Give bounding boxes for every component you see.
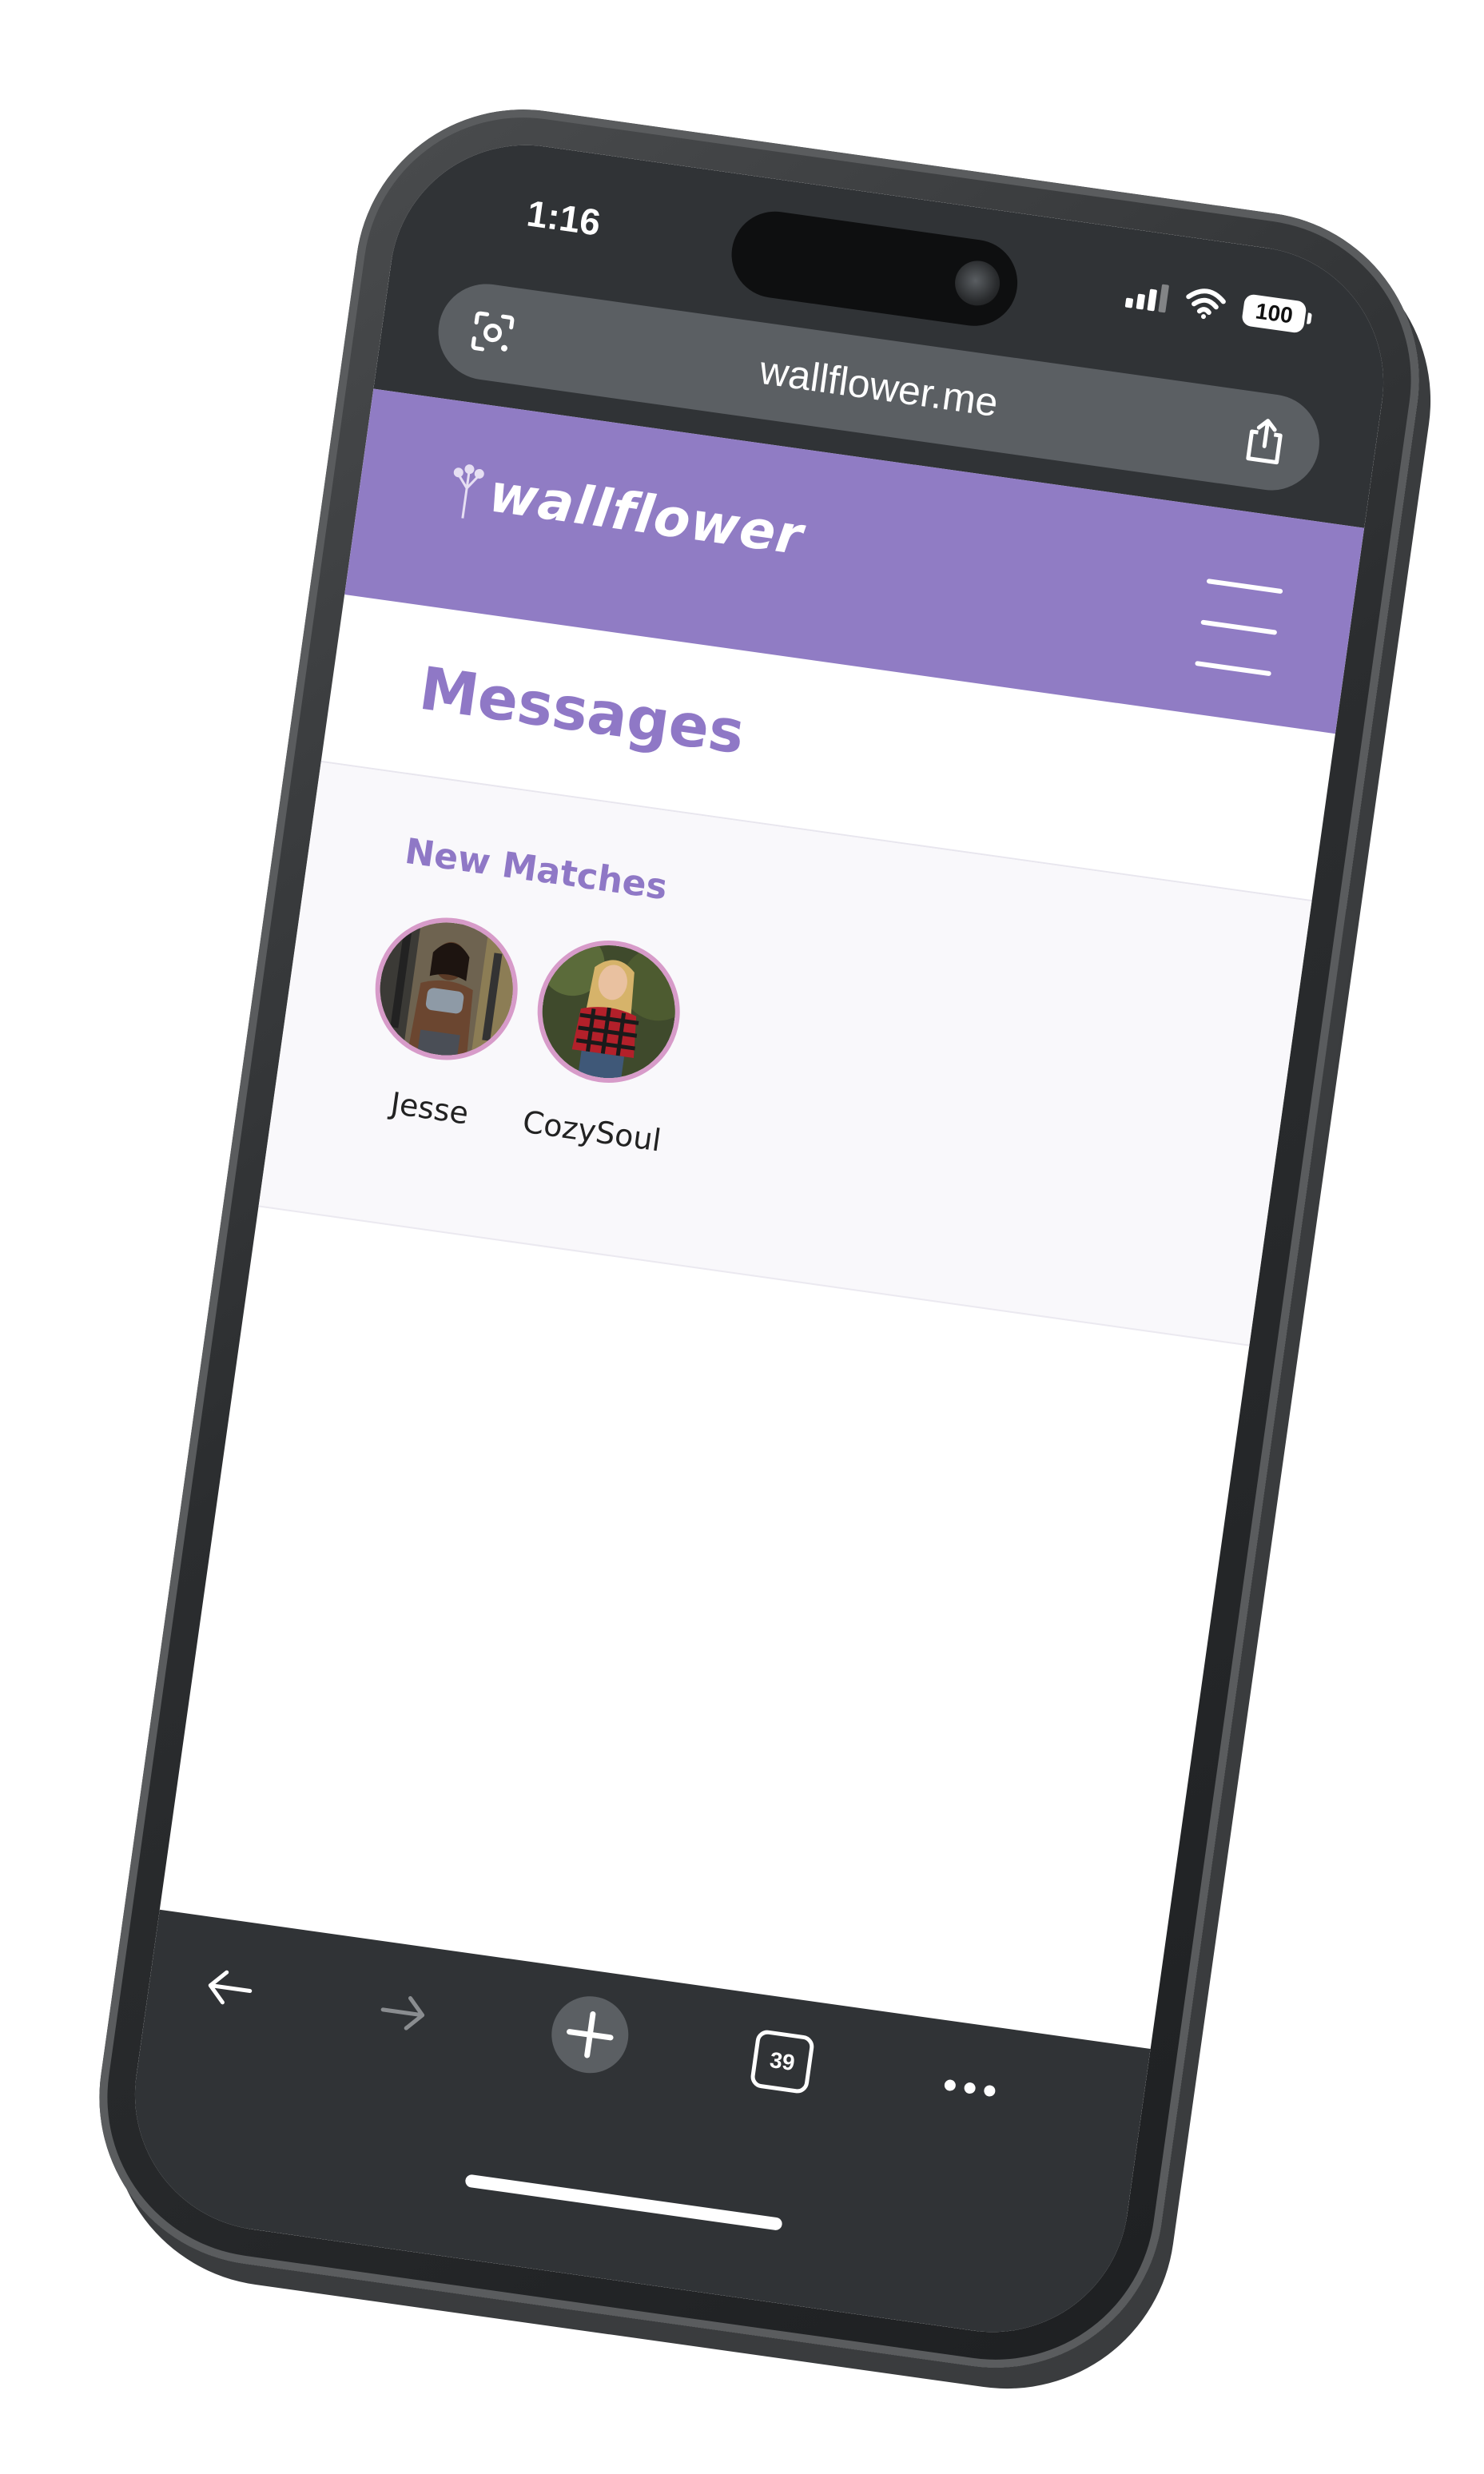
share-icon[interactable] bbox=[1239, 413, 1291, 468]
battery-indicator: 100 bbox=[1240, 293, 1307, 334]
flower-logo-icon bbox=[453, 464, 484, 519]
match-name: Jesse bbox=[388, 1085, 471, 1132]
avatar[interactable] bbox=[366, 908, 527, 1070]
new-matches-heading: New Matches bbox=[402, 830, 670, 909]
new-matches-section: New Matches Jesse CozySoul bbox=[258, 762, 1312, 1346]
page-title: Messages bbox=[415, 654, 749, 768]
more-icon[interactable] bbox=[941, 2076, 999, 2100]
dynamic-island bbox=[726, 205, 1024, 332]
avatar-photo-cozysoul bbox=[533, 932, 690, 1087]
arrow-right-icon[interactable] bbox=[377, 1990, 430, 2036]
avatar[interactable] bbox=[528, 931, 690, 1092]
camera-icon bbox=[952, 257, 1003, 308]
menu-line bbox=[1195, 660, 1272, 677]
phone-screen: 1:16 100 wallflower.me wallflower Messag… bbox=[117, 127, 1402, 2350]
avatar-photo-jesse bbox=[371, 913, 522, 1064]
match-item[interactable]: CozySoul bbox=[511, 930, 698, 1159]
arrow-left-icon[interactable] bbox=[203, 1965, 256, 2011]
phone: 1:16 100 wallflower.me wallflower Messag… bbox=[78, 87, 1441, 2390]
menu-line bbox=[1206, 578, 1283, 595]
status-time: 1:16 bbox=[524, 192, 603, 244]
menu-line bbox=[1200, 619, 1278, 635]
plus-icon[interactable] bbox=[545, 1990, 635, 2080]
home-indicator[interactable] bbox=[464, 2174, 783, 2231]
tabs-icon[interactable]: 39 bbox=[748, 2027, 817, 2096]
hamburger-menu-icon[interactable] bbox=[1195, 578, 1283, 677]
wifi-icon bbox=[1186, 288, 1226, 320]
cellular-signal-icon bbox=[1124, 279, 1170, 313]
tabs-count: 39 bbox=[768, 2047, 797, 2076]
wallflower-logo[interactable]: wallflower bbox=[444, 456, 807, 567]
match-name: CozySoul bbox=[520, 1104, 663, 1159]
status-indicators: 100 bbox=[1124, 277, 1307, 334]
stage: 1:16 100 wallflower.me wallflower Messag… bbox=[0, 0, 1484, 2474]
match-item[interactable]: Jesse bbox=[348, 907, 536, 1136]
logo-text: wallflower bbox=[485, 462, 807, 567]
